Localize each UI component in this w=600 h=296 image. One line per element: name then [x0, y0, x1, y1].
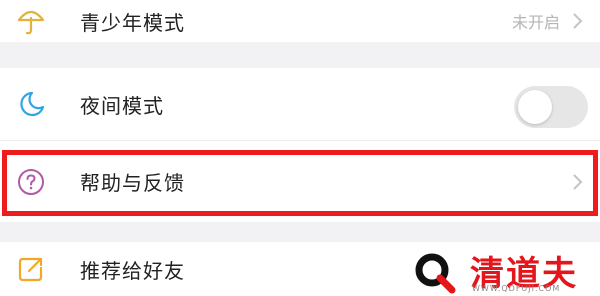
recommend-friend-label: 推荐给好友 [80, 258, 185, 283]
night-mode-row: 夜间模式 [0, 68, 600, 140]
moon-icon [14, 87, 48, 121]
night-mode-toggle[interactable] [514, 86, 588, 128]
watermark: 清道夫 WWW.QDFUJI.COM [410, 246, 596, 296]
teen-mode-label: 青少年模式 [80, 10, 185, 35]
toggle-knob [518, 90, 552, 124]
teen-mode-status: 未开启 [511, 13, 560, 32]
watermark-url: WWW.QDFUJI.COM [472, 284, 561, 293]
umbrella-icon [14, 4, 48, 38]
watermark-logo-icon [412, 250, 458, 294]
chevron-right-icon [570, 11, 586, 31]
teen-mode-row[interactable]: 青少年模式 未开启 [0, 0, 600, 42]
share-icon [14, 252, 48, 286]
highlight-box [2, 150, 598, 216]
night-mode-label: 夜间模式 [80, 93, 164, 118]
settings-screen: 青少年模式 未开启 夜间模式 帮助与反馈 推荐给好友 清道夫 WWW.QDFUJ… [0, 0, 600, 296]
